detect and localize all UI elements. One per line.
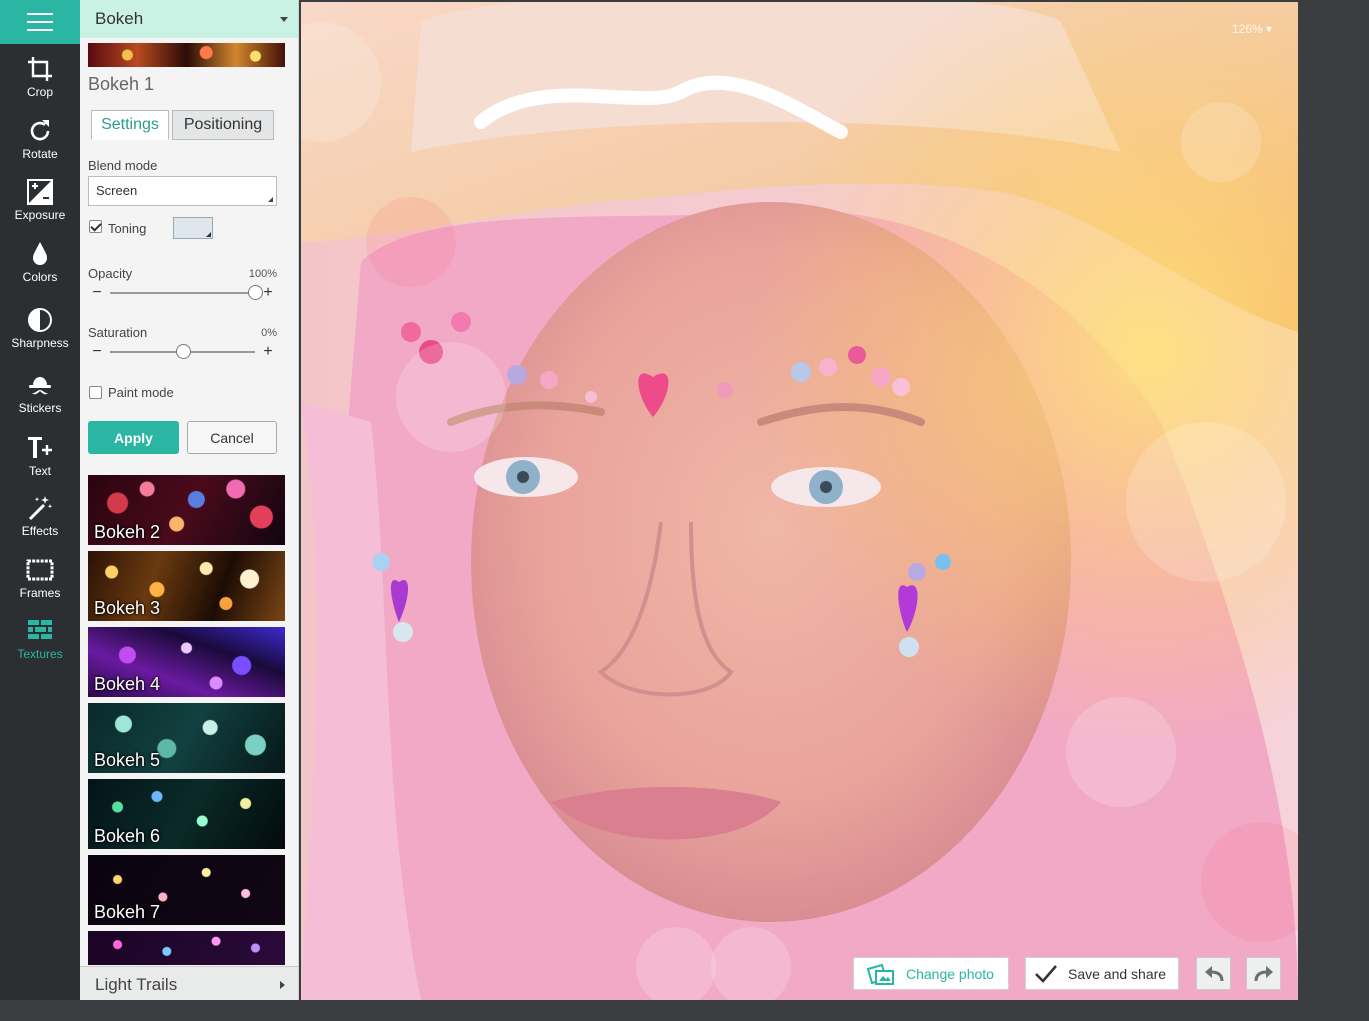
- texture-thumbnail[interactable]: Bokeh 4: [88, 627, 285, 697]
- texture-thumbnail[interactable]: Bokeh 5: [88, 703, 285, 773]
- tool-stickers[interactable]: Stickers: [0, 371, 80, 431]
- caret-right-icon: [280, 981, 285, 989]
- paint-mode-label: Paint mode: [108, 385, 174, 400]
- rotate-icon: [30, 120, 50, 141]
- tool-label: Sharpness: [11, 336, 69, 350]
- opacity-track[interactable]: [110, 292, 255, 294]
- toning-color-swatch[interactable]: [173, 217, 213, 239]
- saturation-minus-button[interactable]: −: [91, 344, 103, 360]
- zoom-indicator[interactable]: 126% ▾: [1232, 22, 1272, 36]
- thumbnail-label: Bokeh 5: [94, 750, 161, 770]
- blend-mode-select[interactable]: Screen: [88, 176, 277, 206]
- tool-textures[interactable]: Textures: [0, 617, 80, 677]
- undo-button[interactable]: [1196, 957, 1231, 990]
- select-corner-icon: [268, 197, 273, 202]
- hamburger-icon: [27, 13, 53, 31]
- text-plus-icon: [28, 437, 52, 458]
- paint-mode-checkbox[interactable]: [89, 386, 102, 399]
- redo-icon: [1254, 965, 1273, 981]
- bricks-icon: [28, 620, 52, 639]
- tool-label: Rotate: [22, 147, 58, 161]
- checkmark-icon: [1035, 964, 1057, 983]
- tool-label: Frames: [19, 586, 61, 600]
- thumbnail-label: Bokeh 7: [94, 902, 161, 922]
- tool-frames[interactable]: Frames: [0, 556, 80, 616]
- blend-mode-label: Blend mode: [88, 158, 158, 173]
- toning-label: Toning: [108, 221, 147, 236]
- tool-label: Exposure: [14, 208, 66, 222]
- current-effect-thumbnail: [88, 43, 285, 67]
- swatch-corner-icon: [206, 232, 211, 237]
- crop-icon: [28, 57, 52, 81]
- zoom-value: 126%: [1232, 22, 1263, 36]
- effect-title: Bokeh 1: [88, 74, 155, 94]
- saturation-value: 0%: [261, 327, 277, 339]
- apply-button[interactable]: Apply: [88, 421, 179, 454]
- texture-thumbnail[interactable]: Bokeh 2: [88, 475, 285, 545]
- next-category-item[interactable]: Light Trails: [80, 966, 298, 1000]
- save-share-label: Save and share: [1068, 965, 1167, 982]
- droplet-icon: [33, 242, 47, 265]
- saturation-label: Saturation: [88, 325, 148, 340]
- half-circle-icon: [28, 308, 52, 332]
- bottom-strip: [0, 1000, 1369, 1021]
- edited-photo: [301, 2, 1298, 1000]
- cancel-button[interactable]: Cancel: [187, 421, 277, 454]
- tool-label: Text: [28, 464, 51, 478]
- category-dropdown[interactable]: Bokeh: [80, 0, 298, 38]
- undo-icon: [1204, 965, 1223, 981]
- redo-button[interactable]: [1246, 957, 1281, 990]
- toning-checkbox[interactable]: [89, 220, 102, 233]
- caret-down-icon: [280, 17, 288, 22]
- texture-panel: Bokeh Bokeh 1 Settings Positioning Blend…: [80, 0, 299, 1000]
- change-photo-label: Change photo: [906, 965, 994, 982]
- change-photo-button[interactable]: Change photo: [853, 957, 1009, 990]
- photos-icon: [866, 963, 894, 985]
- frame-icon: [26, 559, 54, 581]
- tool-text[interactable]: Text: [0, 434, 80, 494]
- tool-label: Textures: [17, 647, 63, 661]
- left-toolbar: Crop Rotate Exposure Colors Sharpness St…: [0, 0, 80, 1000]
- tool-label: Colors: [22, 270, 58, 284]
- blend-mode-value: Screen: [96, 183, 138, 198]
- opacity-label: Opacity: [88, 266, 133, 281]
- texture-thumbnail[interactable]: [88, 931, 285, 965]
- texture-thumbnail[interactable]: Bokeh 7: [88, 855, 285, 925]
- saturation-plus-button[interactable]: +: [262, 344, 274, 360]
- tool-exposure[interactable]: Exposure: [0, 178, 80, 238]
- menu-button[interactable]: [0, 0, 80, 44]
- opacity-value: 100%: [248, 268, 277, 280]
- save-and-share-button[interactable]: Save and share: [1025, 957, 1179, 990]
- bowler-hat-mustache-icon: [29, 377, 51, 395]
- opacity-minus-button[interactable]: −: [91, 285, 103, 301]
- opacity-plus-button[interactable]: +: [262, 285, 274, 301]
- photo-canvas[interactable]: [301, 2, 1298, 1000]
- magic-wand-icon: [28, 496, 53, 521]
- tool-colors[interactable]: Colors: [0, 240, 80, 300]
- tool-effects[interactable]: Effects: [0, 494, 80, 554]
- thumbnail-label: Bokeh 3: [94, 598, 161, 618]
- tab-settings[interactable]: Settings: [91, 110, 169, 140]
- tool-label: Crop: [26, 85, 53, 99]
- texture-thumbnail[interactable]: Bokeh 3: [88, 551, 285, 621]
- saturation-slider-handle[interactable]: [175, 344, 191, 359]
- opacity-slider-handle[interactable]: [248, 285, 263, 300]
- tool-label: Effects: [21, 524, 59, 538]
- exposure-icon: [27, 179, 53, 205]
- thumbnail-label: Bokeh 6: [94, 826, 161, 846]
- texture-thumbnail[interactable]: Bokeh 6: [88, 779, 285, 849]
- tool-sharpness[interactable]: Sharpness: [0, 306, 80, 366]
- tab-positioning[interactable]: Positioning: [172, 110, 274, 140]
- tool-rotate[interactable]: Rotate: [0, 117, 80, 177]
- tool-label: Stickers: [18, 401, 62, 415]
- thumbnail-label: Bokeh 4: [94, 674, 161, 694]
- thumbnail-label: Bokeh 2: [94, 522, 161, 542]
- tool-crop[interactable]: Crop: [0, 55, 80, 115]
- category-label: Bokeh: [95, 9, 144, 28]
- next-category-label: Light Trails: [95, 975, 178, 994]
